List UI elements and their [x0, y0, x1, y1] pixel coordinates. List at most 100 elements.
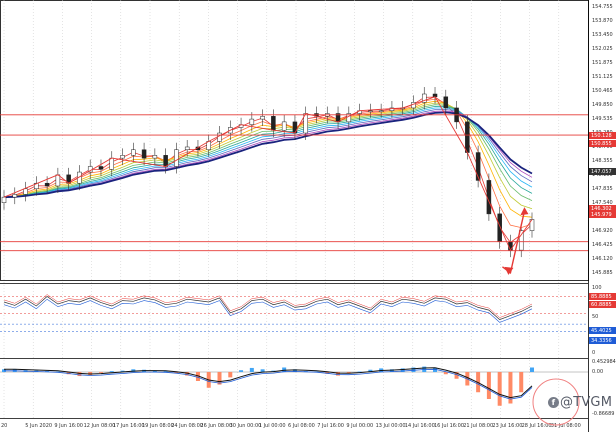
candle-body	[163, 155, 168, 167]
candle-body	[260, 116, 265, 120]
candle-body	[152, 155, 158, 159]
osc-tag-label: 34.3356	[591, 338, 612, 344]
macd-scale-label: -0.86689	[592, 411, 614, 417]
candle-body	[292, 121, 298, 134]
ma-line	[3, 98, 533, 229]
price-scale-label: 147.835	[592, 186, 613, 192]
price-scale-label: 146.920	[592, 228, 613, 234]
facebook-icon: f	[548, 397, 559, 408]
watermark-text: @TVGM	[560, 395, 613, 410]
time-label: 9 Jul 00:00	[346, 423, 373, 429]
candle-body	[131, 149, 136, 156]
macd-bar	[77, 372, 82, 377]
watermark: f @TVGM	[548, 395, 612, 410]
macd-scale-label: 0.00	[592, 369, 603, 375]
candle-body	[378, 110, 384, 112]
candle-body	[368, 110, 373, 112]
time-label: 5 Jun 2020	[25, 423, 52, 429]
price-scale-label: 152.025	[592, 46, 613, 52]
time-label: 9 Jun 16:00	[54, 423, 83, 429]
price-scale-label: 150.465	[592, 88, 613, 94]
time-label: 19 Jun 08:00	[142, 423, 174, 429]
price-tag-label: 147.057	[591, 169, 612, 175]
macd-bar	[497, 372, 502, 406]
time-label: 17 Jun 16:00	[113, 423, 145, 429]
oscillator-pane	[0, 294, 588, 332]
time-label: 21 Jul 08:00	[463, 423, 493, 429]
time-label: 26 Jun 08:00	[200, 423, 232, 429]
price-scale-label: 154.755	[592, 4, 613, 10]
candle-body	[249, 118, 255, 125]
candle-body	[23, 188, 28, 195]
candle-body	[120, 155, 125, 159]
osc-tag-label: 85.8885	[591, 294, 612, 300]
macd-scale-label: 0.452984	[592, 359, 616, 365]
macd-bar	[109, 371, 114, 372]
time-label: 13 Jul 00:00	[376, 423, 406, 429]
grid-lines	[3, 0, 560, 418]
candle-body	[141, 149, 147, 159]
candle-body	[1, 196, 7, 203]
osc-line-fast	[3, 294, 533, 318]
macd-bar	[411, 367, 416, 372]
macd-bar	[249, 367, 254, 372]
time-label: 7 Jul 16:00	[317, 423, 344, 429]
time-label: 31 Jul 08:00	[551, 423, 581, 429]
price-tag-label: 150.855	[591, 141, 612, 147]
arrow-head	[504, 266, 514, 275]
trading-chart[interactable]: 154.755 153.870 153.450 152.025 151.875 151.1…	[0, 0, 616, 432]
price-scale-label: 145.885	[592, 270, 613, 276]
time-label: 30 Jun 00:00	[230, 423, 262, 429]
osc-tag-label: 60.8885	[591, 302, 612, 308]
time-label: 1 Jul 00:00	[259, 423, 286, 429]
macd-bar	[530, 367, 534, 372]
macd-bar	[519, 372, 524, 393]
candle-body	[271, 116, 276, 131]
macd-pane	[0, 366, 588, 406]
price-tag-label: 145.979	[591, 212, 612, 218]
macd-signal-line	[4, 367, 533, 399]
candle-body	[174, 149, 179, 167]
candle-body	[12, 194, 18, 198]
candle-body	[55, 174, 61, 187]
price-tag-label: 150.128	[591, 133, 612, 139]
candle-body	[443, 96, 449, 109]
ma-line	[3, 105, 533, 198]
price-scale-label: 148.355	[592, 158, 613, 164]
osc-tag-label: 45.4025	[591, 328, 612, 334]
candle-body	[184, 146, 190, 151]
ma-ribbon	[3, 96, 533, 244]
time-label: 23 Jul 16:00	[492, 423, 522, 429]
arrow-head	[520, 207, 529, 216]
macd-bar	[98, 372, 103, 373]
osc-scale-label: 100	[592, 285, 602, 291]
ma-line	[3, 100, 533, 218]
price-scale-label: 149.850	[592, 102, 613, 108]
ma-line	[3, 96, 533, 244]
price-scale-label: 146.120	[592, 256, 613, 262]
macd-bar	[486, 372, 491, 399]
candle-body	[109, 157, 115, 170]
price-scale-label: 153.870	[592, 18, 613, 24]
price-scale-label: 153.450	[592, 32, 613, 38]
price-scale-label: 151.125	[592, 74, 613, 80]
osc-scale-label: 0	[592, 350, 595, 356]
macd-bar	[239, 370, 244, 372]
candle-body	[497, 213, 502, 243]
osc-scale-label: 50	[592, 314, 598, 320]
candle-body	[217, 132, 222, 142]
chart-canvas[interactable]: 154.755 153.870 153.450 152.025 151.875 151.1…	[0, 0, 616, 432]
candle-body	[44, 182, 50, 187]
time-label: 6 Jul 08:00	[288, 423, 315, 429]
price-scale-label: 149.535	[592, 116, 613, 122]
ma-line	[3, 102, 533, 210]
candle-body	[98, 166, 104, 170]
macd-bar	[228, 372, 233, 378]
ma-line	[3, 110, 533, 198]
candle-body	[281, 121, 287, 131]
time-label: 16 Jul 16:00	[434, 423, 464, 429]
candle-body	[465, 121, 470, 153]
time-label: 28 Jul 16:00	[522, 423, 552, 429]
time-label: 12 Jun 08:00	[84, 423, 116, 429]
time-label: 24 Jun 08:00	[171, 423, 203, 429]
